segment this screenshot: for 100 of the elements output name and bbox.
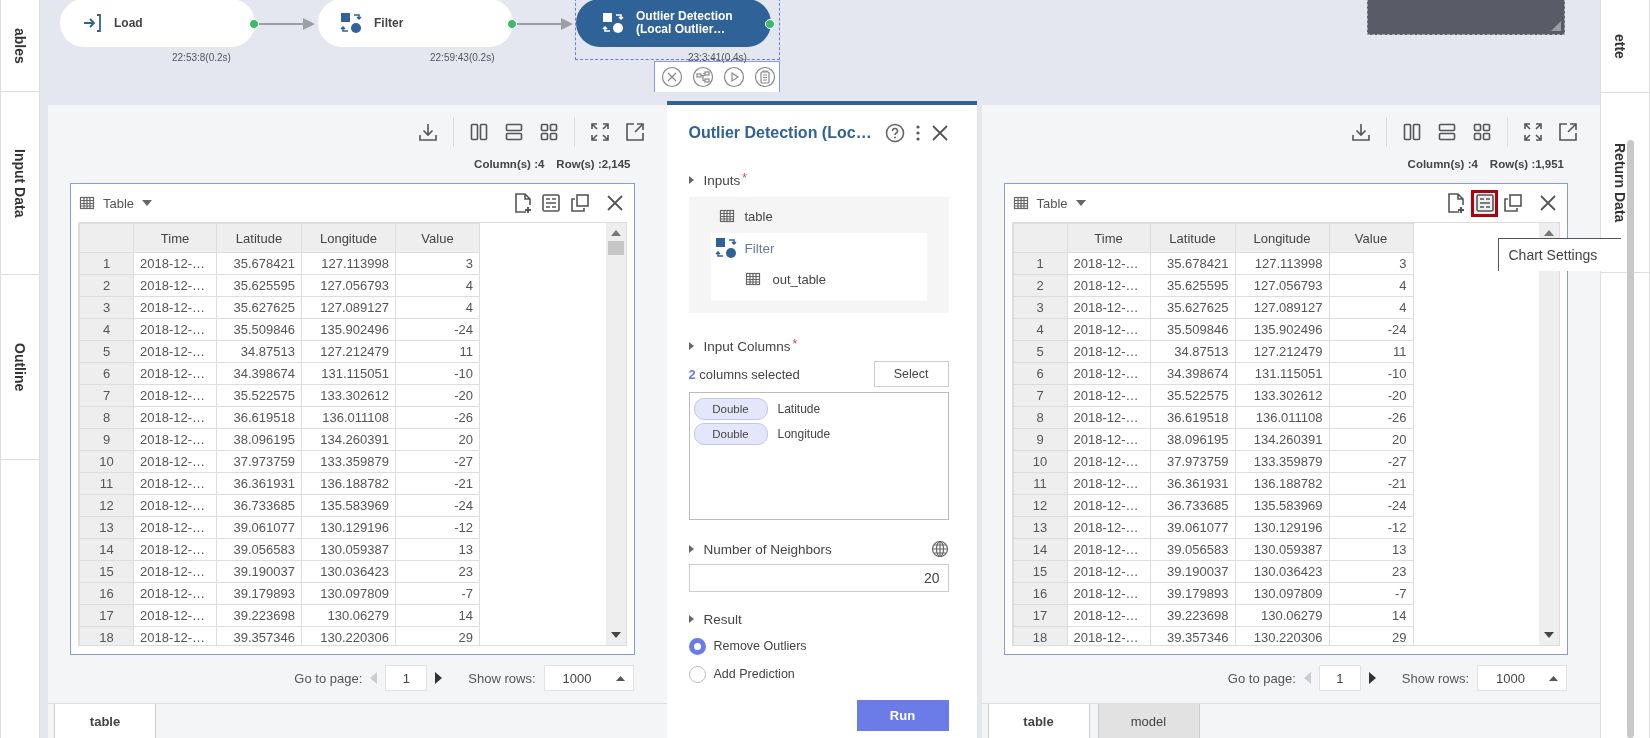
download-icon[interactable] [417, 122, 438, 142]
column-header[interactable]: Longitude [301, 223, 396, 253]
grid-layout-icon[interactable] [1472, 122, 1492, 142]
column-header[interactable]: Value [395, 223, 480, 253]
view-dropdown[interactable]: Table [1032, 195, 1090, 211]
expand-arrow-icon[interactable] [688, 615, 694, 623]
table-cell: 2018-12-… [1067, 494, 1150, 517]
radio-label[interactable]: Add Prediction [713, 667, 795, 681]
two-columns-icon[interactable] [468, 122, 489, 142]
scrollbar[interactable] [605, 223, 626, 645]
caret-icon [615, 675, 625, 681]
help-icon[interactable] [884, 123, 905, 143]
expand-arrow-icon[interactable] [688, 176, 694, 184]
globe-icon[interactable] [930, 540, 949, 558]
scroll-down-icon[interactable] [1544, 631, 1554, 639]
side-tab[interactable]: ette [1612, 33, 1628, 59]
popout-icon[interactable] [624, 122, 645, 142]
table-cell: 134.260391 [1235, 428, 1329, 451]
rows-dropdown[interactable]: 1000 [543, 665, 634, 691]
table-cell: 2018-12-… [133, 252, 217, 275]
popout-icon[interactable] [1558, 122, 1578, 142]
new-file-icon[interactable] [1446, 192, 1466, 214]
column-header[interactable]: Time [133, 223, 217, 253]
scroll-down-icon[interactable] [610, 631, 621, 639]
table-cell: 136.011108 [1235, 406, 1329, 429]
expand-arrow-icon[interactable] [688, 342, 694, 350]
column-header[interactable]: Latitude [216, 223, 302, 253]
column-header[interactable]: Latitude [1150, 223, 1235, 253]
radio-button[interactable] [688, 637, 706, 655]
section-title[interactable]: Number of Neighbors [703, 541, 832, 557]
close-icon[interactable] [930, 124, 949, 142]
column-header[interactable]: Longitude [1235, 223, 1329, 253]
resize-handle-icon[interactable] [1551, 21, 1561, 31]
table-cell: 2018-12-… [133, 406, 217, 429]
two-rows-icon[interactable] [1437, 122, 1457, 142]
tab[interactable]: table [54, 704, 156, 738]
next-page-icon[interactable] [435, 672, 443, 684]
play-icon[interactable] [723, 66, 745, 88]
side-tab[interactable]: Return Data [1612, 142, 1628, 223]
grid-layout-icon[interactable] [538, 122, 559, 142]
caret-icon [1075, 200, 1086, 206]
column-header[interactable]: Time [1067, 223, 1150, 253]
table-cell: 36.619518 [216, 406, 302, 429]
side-tab[interactable]: Outline [12, 342, 28, 392]
expand-icon[interactable] [1523, 122, 1543, 142]
copy-icon[interactable] [1503, 193, 1523, 213]
more-options-icon[interactable] [914, 124, 921, 142]
close-icon[interactable] [1539, 194, 1557, 212]
panel-title: Outlier Detection (Loc… [688, 124, 873, 142]
row-number: 16 [1013, 582, 1067, 605]
number-field[interactable]: 20 [688, 564, 949, 592]
section-title[interactable]: Inputs [703, 172, 741, 188]
scroll-up-icon[interactable] [610, 229, 621, 237]
import-icon [82, 13, 102, 33]
side-tab[interactable]: Input Data [12, 148, 28, 218]
table-cell: -20 [1329, 384, 1413, 407]
copy-icon[interactable] [569, 193, 590, 213]
table-cell: -27 [1329, 450, 1413, 473]
minimap[interactable] [1367, 0, 1565, 35]
select-button[interactable]: Select [873, 361, 949, 387]
view-dropdown[interactable]: Table [99, 195, 157, 211]
rows-dropdown[interactable]: 1000 [1477, 665, 1567, 691]
output-port[interactable] [765, 19, 775, 29]
next-page-icon[interactable] [1368, 672, 1376, 684]
new-file-icon[interactable] [512, 192, 533, 214]
side-tab[interactable]: ables [12, 27, 28, 64]
page-field[interactable]: 1 [385, 665, 428, 691]
table-cell: 39.179893 [216, 582, 302, 605]
row-number: 15 [1013, 560, 1067, 583]
row-number: 1 [79, 252, 134, 275]
row-number: 12 [1013, 494, 1067, 517]
table-cell: 2018-12-… [1067, 582, 1150, 605]
two-rows-icon[interactable] [503, 122, 524, 142]
tab[interactable]: table [987, 704, 1090, 738]
clipboard-icon[interactable] [754, 66, 776, 88]
row-number: 14 [1013, 538, 1067, 561]
scroll-thumb[interactable] [607, 241, 624, 255]
download-icon[interactable] [1351, 122, 1371, 142]
table-cell: 39.179893 [1150, 582, 1235, 605]
row-number: 11 [79, 472, 134, 495]
nodes-link-icon[interactable] [692, 66, 714, 88]
two-columns-icon[interactable] [1402, 122, 1422, 142]
table-cell: -26 [1329, 406, 1413, 429]
radio-button[interactable] [688, 665, 706, 683]
table-cell: 13 [1329, 538, 1413, 561]
scrollbar[interactable] [1627, 140, 1634, 738]
radio-label[interactable]: Remove Outliers [713, 639, 807, 653]
table-cell: 34.398674 [216, 362, 302, 385]
row-number: 1 [1013, 252, 1067, 275]
table-cell: 35.509846 [216, 318, 302, 341]
section-title[interactable]: Result [703, 611, 742, 627]
expand-icon[interactable] [589, 122, 610, 142]
section-title[interactable]: Input Columns [703, 338, 791, 354]
cancel-icon[interactable] [661, 66, 683, 88]
expand-arrow-icon[interactable] [688, 545, 694, 553]
page-field[interactable]: 1 [1318, 665, 1361, 691]
tab[interactable]: model [1097, 704, 1200, 738]
column-header[interactable]: Value [1329, 223, 1413, 253]
close-icon[interactable] [605, 194, 624, 212]
run-button[interactable]: Run [856, 700, 949, 731]
